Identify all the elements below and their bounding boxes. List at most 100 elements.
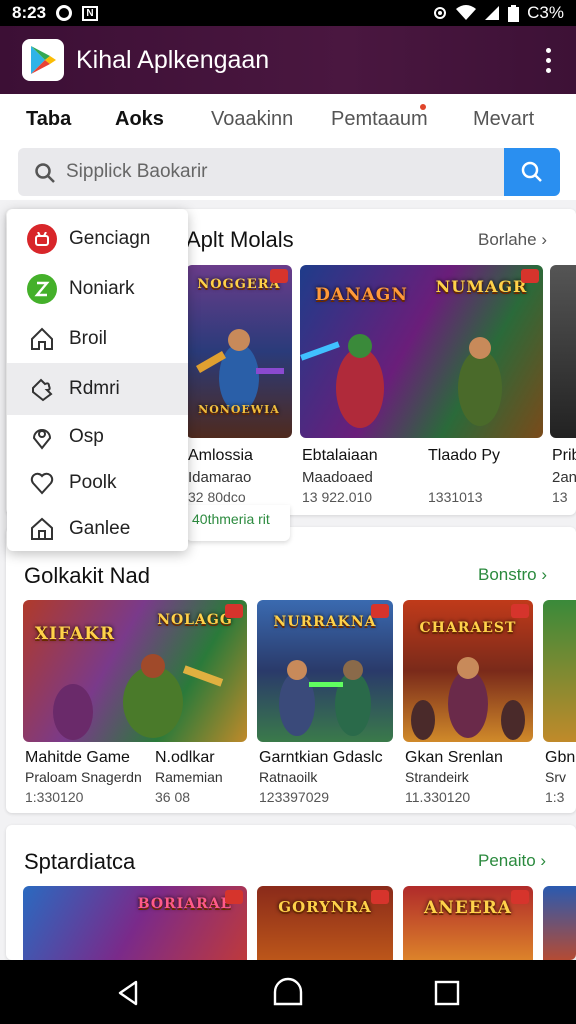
app-title: Kihal Aplkengaan (76, 45, 270, 74)
home-nav-icon[interactable] (271, 976, 305, 1010)
tab-pemtaaum[interactable]: Pemtaaum (331, 108, 428, 131)
section-title: Aplt Molals (186, 227, 294, 252)
back-icon[interactable] (112, 976, 146, 1010)
app-name: Mahitde Game (25, 749, 130, 766)
tab-voaakinn[interactable]: Voaakinn (211, 108, 293, 131)
promo-label[interactable]: 40thmeria rit (186, 505, 290, 541)
section-sptardiatca: Sptardiatca Penaito › BORIARAE GORYNRA A… (6, 825, 576, 960)
menu-item-poolk[interactable]: Poolk (7, 459, 188, 507)
app-developer: Idamarao (188, 469, 252, 486)
app-name: Gbn (545, 749, 576, 766)
menu-item-rdmri[interactable]: Rdmri (7, 363, 188, 415)
app-thumbnail: CHARAEST (403, 600, 533, 742)
app-thumbnail (543, 600, 576, 742)
app-thumbnail: ANEERA (403, 886, 533, 960)
system-nav-bar (0, 960, 576, 1024)
app-downloads: 11.330120 (405, 789, 471, 805)
status-time: 8:23 (12, 3, 47, 22)
notification-icon (56, 5, 73, 21)
app-card[interactable]: XIFAKR NOLAGG Mahitde Game N.odlkar Pral… (23, 600, 247, 808)
app-card[interactable]: ANEERA (403, 886, 533, 960)
app-card[interactable]: Prib 2an 13 (550, 265, 576, 505)
app-downloads: 32 80dco (188, 489, 246, 505)
app-downloads: 13 (552, 489, 568, 505)
menu-item-broil[interactable]: Broil (7, 315, 188, 363)
tab-aoks[interactable]: Aoks (115, 108, 164, 131)
screen: 8:23 N C3% Kihal Aplkengaan Taba Aoks Vo… (0, 0, 576, 1024)
search-bar[interactable]: Sipplick Baokarir (18, 148, 560, 196)
app-developer: Srv (545, 769, 566, 785)
app-thumbnail: XIFAKR NOLAGG (23, 600, 247, 742)
menu-item-label: Noniark (69, 278, 135, 299)
section-title: Sptardiatca (24, 849, 136, 874)
tab-notification-dot (420, 104, 426, 110)
app-bar: Kihal Aplkengaan (0, 26, 576, 94)
app-name: Ebtalaiaan (302, 447, 378, 464)
app-card[interactable]: NOGGERA NONOEWIA Amlossia Idamarao 32 80… (186, 265, 292, 505)
app-card[interactable] (543, 886, 576, 960)
tab-taba[interactable]: Taba (26, 108, 71, 131)
app-thumbnail: GORYNRA (257, 886, 393, 960)
house-icon (27, 514, 57, 544)
search-button-icon (521, 161, 542, 182)
settings-status-icon (434, 7, 447, 19)
red-badge-icon (27, 224, 57, 254)
tab-bar: Taba Aoks Voaakinn Pemtaaum Mevart (0, 94, 576, 144)
dropdown-menu: Genciagn Noniark Broil Rdmri Osp Poolk G… (7, 209, 188, 551)
menu-item-ganlee[interactable]: Ganlee (7, 505, 188, 551)
search-input[interactable]: Sipplick Baokarir (66, 161, 208, 183)
search-area: Sipplick Baokarir (0, 144, 576, 200)
app-name: N.odlkar (155, 749, 215, 766)
app-name: Prib (552, 447, 576, 464)
menu-item-noniark[interactable]: Noniark (7, 265, 188, 313)
app-developer: 2an (552, 469, 576, 486)
app-thumbnail: NOGGERA NONOEWIA (186, 265, 292, 438)
menu-item-label: Genciagn (69, 228, 151, 249)
status-bar: 8:23 N C3% (0, 0, 576, 26)
app-card[interactable]: NURRAKNA Garntkian Gdaslc Ratnaoilk 1233… (257, 600, 393, 808)
home-icon (27, 324, 57, 354)
app-developer: Ramemian (155, 769, 223, 785)
app-card[interactable]: CHARAEST Gkan Srenlan Strandeirk 11.3301… (403, 600, 533, 808)
app-developer: Maadoaed (302, 469, 373, 486)
play-store-logo-icon[interactable] (22, 39, 64, 81)
app-downloads: 1331013 (428, 489, 483, 505)
signal-icon (485, 6, 500, 20)
tab-mevart[interactable]: Mevart (473, 108, 534, 131)
section-golkakit-nad: Golkakit Nad Bonstro › XIFAKR NOLAGG Mah… (6, 527, 576, 813)
menu-item-label: Poolk (69, 472, 117, 493)
app-developer: Strandeirk (405, 769, 469, 785)
app-thumbnail: NURRAKNA (257, 600, 393, 742)
wifi-icon (456, 5, 477, 20)
puzzle-icon (27, 374, 57, 404)
app-name: Amlossia (188, 447, 253, 464)
battery-percent: C3% (527, 3, 564, 22)
menu-item-label: Osp (69, 426, 104, 447)
section-more-link[interactable]: Bonstro › (478, 565, 547, 585)
section-more-link[interactable]: Borlahe › (478, 230, 547, 250)
app-thumbnail: BORIARAE (23, 886, 247, 960)
app-name: Gkan Srenlan (405, 749, 503, 766)
app-card[interactable]: BORIARAE (23, 886, 247, 960)
search-button[interactable] (504, 148, 560, 196)
heart-icon (27, 468, 57, 498)
menu-item-osp[interactable]: Osp (7, 413, 188, 461)
app-downloads: 1:3 (545, 789, 565, 805)
menu-item-genciagn[interactable]: Genciagn (7, 215, 188, 263)
menu-item-label: Broil (69, 328, 108, 349)
overflow-menu-icon[interactable] (536, 40, 560, 80)
pin-icon (27, 422, 57, 452)
app-card[interactable]: Gbn Srv 1:3 (543, 600, 576, 808)
app-card[interactable]: DANAGN NUMAGR Ebtalaiaan Maadoaed 13 922… (300, 265, 543, 505)
app-thumbnail (550, 265, 576, 438)
app-name: Tlaado Py (428, 447, 501, 464)
battery-icon (508, 4, 520, 22)
section-more-link[interactable]: Penaito › (478, 851, 546, 871)
recents-icon[interactable] (430, 976, 464, 1010)
menu-item-label: Ganlee (69, 518, 131, 539)
app-downloads: 13 922.010 (302, 489, 373, 505)
menu-item-label: Rdmri (69, 378, 120, 399)
app-developer: Ratnaoilk (259, 769, 318, 785)
app-downloads: 123397029 (259, 789, 330, 805)
app-card[interactable]: GORYNRA (257, 886, 393, 960)
